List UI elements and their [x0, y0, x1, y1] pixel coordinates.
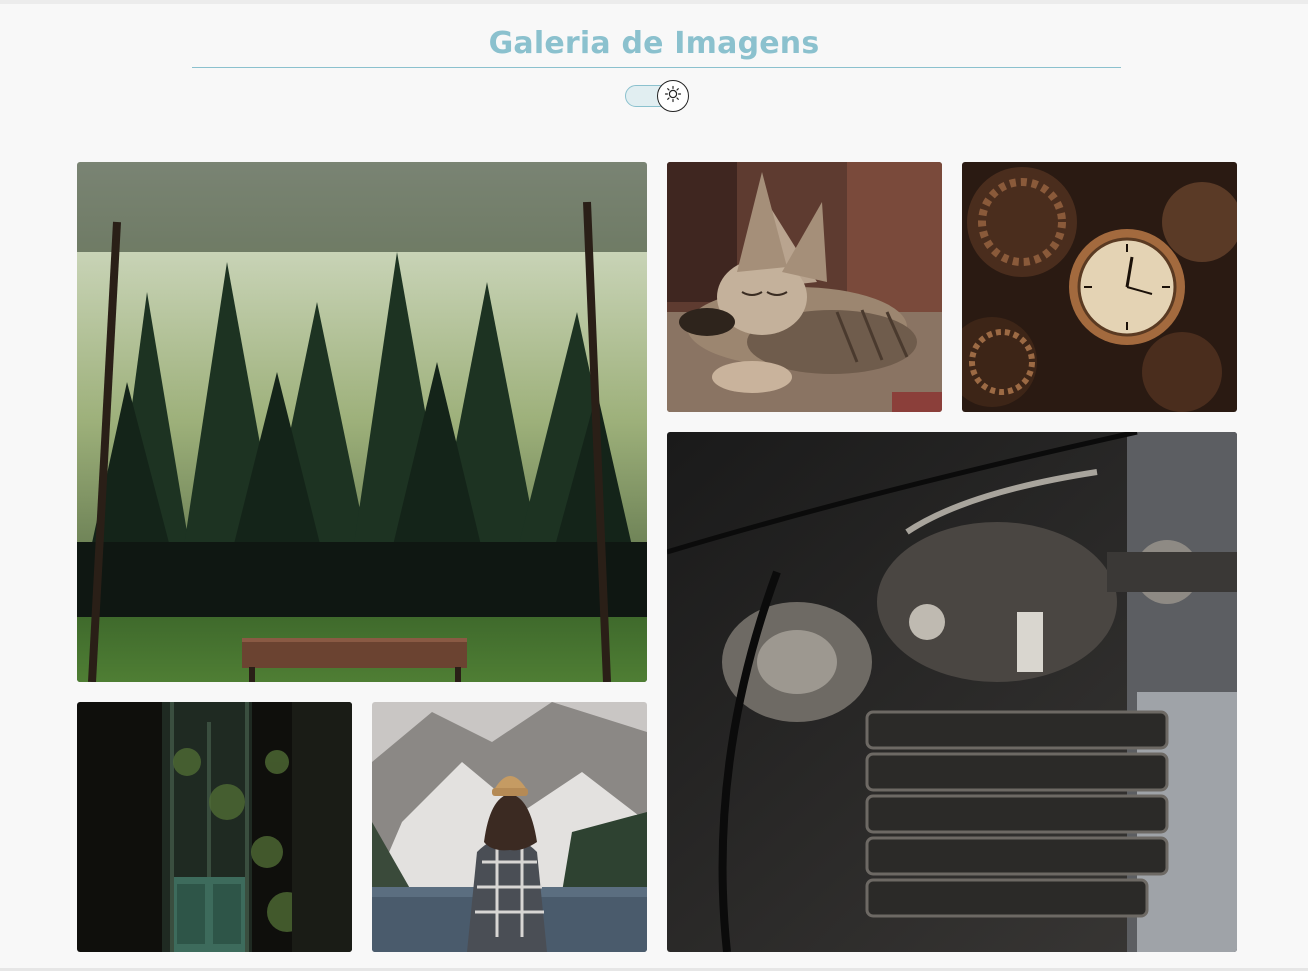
top-border [0, 0, 1308, 4]
page-title: Galeria de Imagens [488, 26, 820, 61]
theme-toggle[interactable] [625, 80, 689, 112]
gallery-image-motorcycle-engine[interactable] [667, 432, 1237, 952]
gallery-image-greenhouse-door[interactable] [77, 702, 352, 952]
gallery-image-kitten[interactable] [667, 162, 942, 412]
title-underline [192, 67, 1121, 68]
gallery-image-forest-bench[interactable] [77, 162, 647, 682]
gallery-image-mountain-lake[interactable] [372, 702, 647, 952]
sun-icon [664, 85, 682, 108]
toggle-knob [657, 80, 689, 112]
gallery-image-clockwork[interactable] [962, 162, 1237, 412]
